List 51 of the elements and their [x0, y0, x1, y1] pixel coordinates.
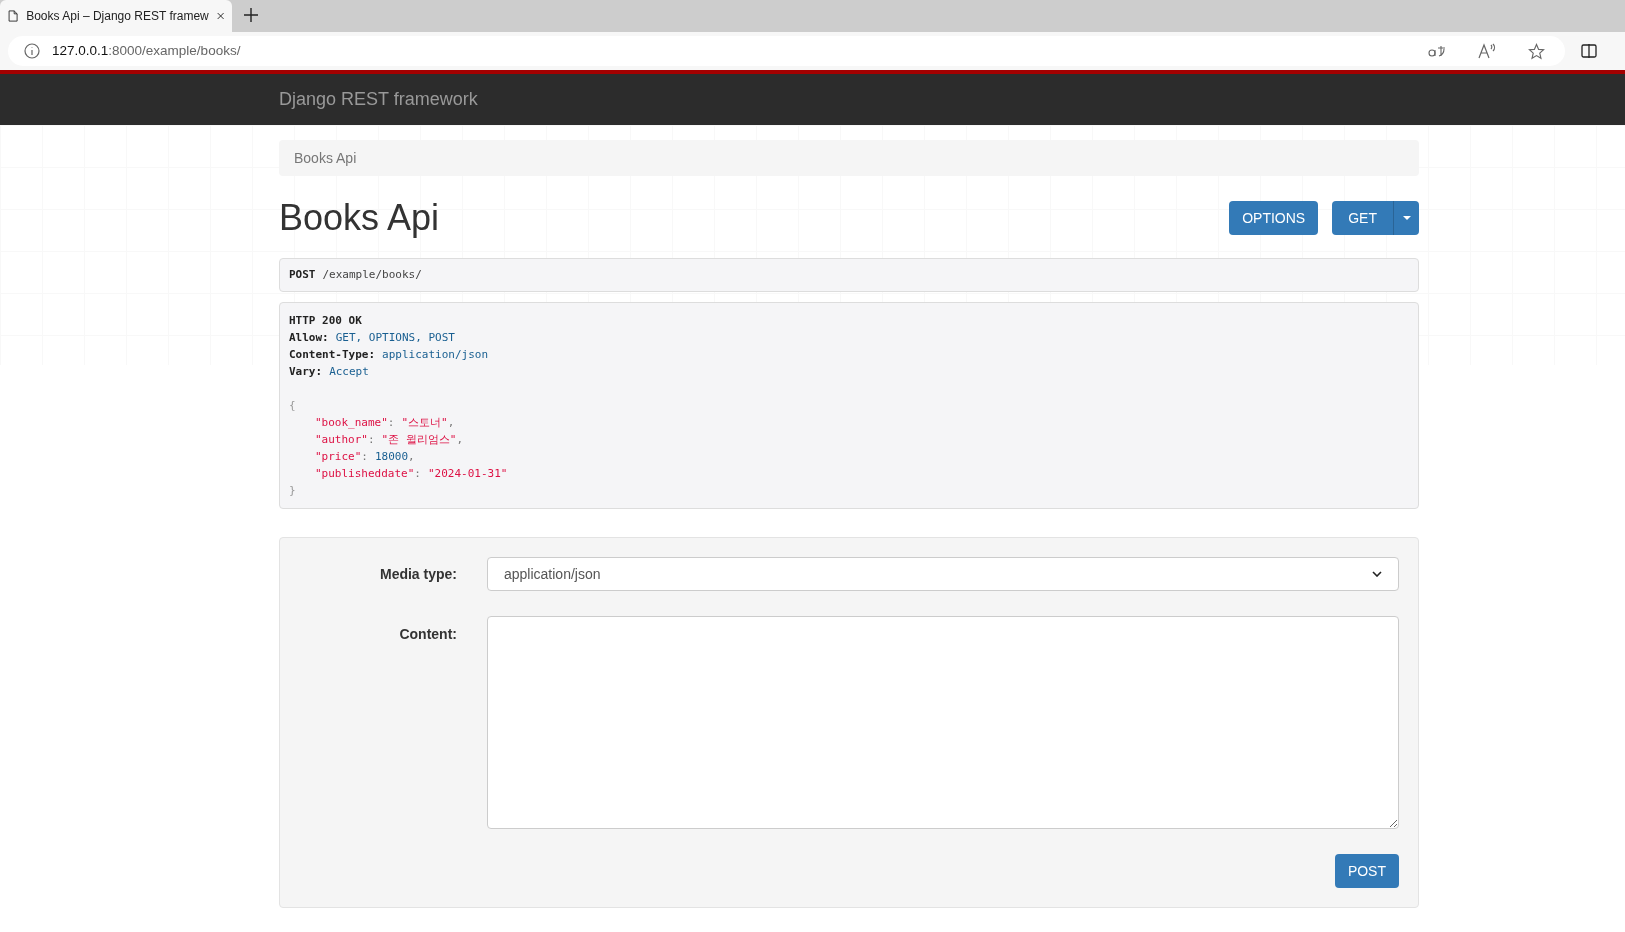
header-value: application/json [382, 347, 489, 363]
json-colon: : [368, 432, 375, 448]
request-method: POST [289, 266, 316, 283]
chevron-down-icon [1372, 571, 1382, 577]
page-title: Books Api [279, 196, 440, 240]
breadcrumb-item[interactable]: Books Api [294, 147, 357, 169]
header-value: GET, OPTIONS, POST [335, 330, 455, 346]
json-key: "price" [315, 448, 362, 465]
post-button[interactable]: POST [1334, 854, 1399, 888]
json-value: "존 윌리엄스" [381, 432, 457, 448]
status-line: HTTP 200 OK [289, 313, 362, 329]
json-value: 18000 [375, 449, 409, 465]
request-path: /example/books/ [322, 266, 422, 283]
browser-tab[interactable]: Books Api – Django REST framew [0, 0, 232, 32]
read-aloud-icon[interactable] [1478, 43, 1496, 59]
brace: { [289, 398, 296, 414]
json-comma: , [456, 432, 464, 448]
split-screen-icon[interactable] [1581, 43, 1597, 59]
url-text: 127.0.0.1:8000/example/books/ [52, 41, 242, 60]
close-icon[interactable] [216, 11, 224, 21]
star-icon[interactable] [1528, 42, 1545, 60]
json-comma: , [447, 415, 455, 431]
json-comma: , [408, 449, 415, 465]
media-type-select[interactable]: application/json [487, 557, 1399, 591]
brace: } [289, 483, 296, 499]
content-field[interactable] [487, 616, 1399, 829]
navbar-brand[interactable]: Django REST framework [279, 86, 478, 113]
json-colon: : [414, 466, 421, 482]
json-colon: : [361, 449, 368, 465]
json-value: "스토너" [401, 415, 448, 431]
tab-title: Books Api – Django REST framew [26, 8, 209, 25]
info-icon[interactable] [24, 43, 40, 59]
header-name: Vary: [289, 364, 323, 380]
new-tab-icon[interactable] [244, 8, 258, 22]
json-value: "2024-01-31" [427, 466, 508, 482]
dropdown-button[interactable] [1394, 201, 1419, 235]
json-key: "author" [315, 431, 368, 448]
page-icon [8, 8, 19, 24]
json-colon: : [387, 415, 395, 431]
media-type-label: Media type: [379, 564, 457, 584]
json-key: "publisheddate" [315, 465, 415, 482]
get-button[interactable]: GET [1332, 201, 1394, 235]
address-bar[interactable]: 127.0.0.1:8000/example/books/ [8, 36, 1565, 66]
options-button[interactable]: OPTIONS [1229, 201, 1319, 235]
header-value: Accept [329, 364, 369, 380]
translate-icon[interactable] [1428, 44, 1446, 58]
header-name: Allow: [289, 330, 329, 346]
header-name: Content-Type: [289, 347, 376, 363]
content-label: Content: [398, 625, 457, 644]
json-key: "book_name" [315, 414, 388, 431]
caret-icon [1402, 216, 1411, 220]
